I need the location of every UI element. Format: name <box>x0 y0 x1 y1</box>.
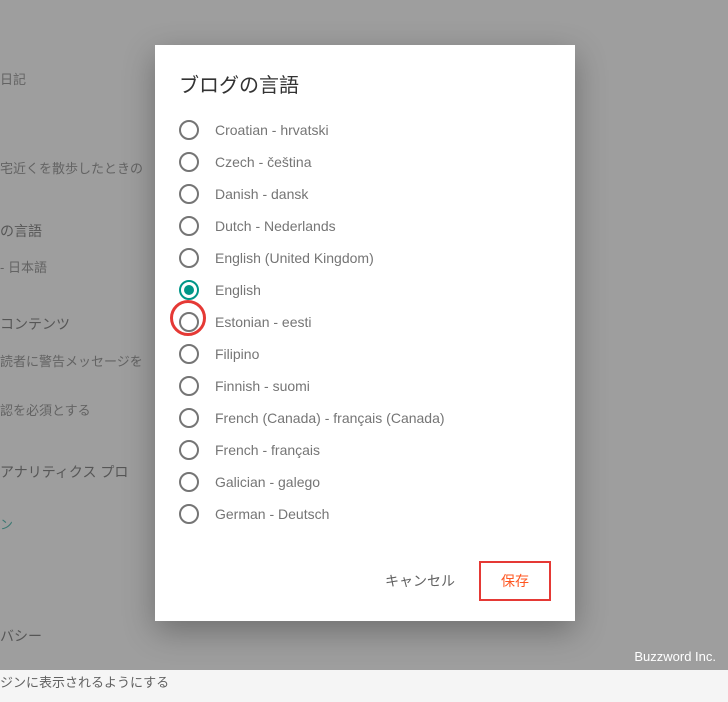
language-option[interactable]: English <box>179 274 575 306</box>
radio-icon <box>179 376 199 396</box>
language-option[interactable]: French - français <box>179 434 575 466</box>
language-option[interactable]: English (United Kingdom) <box>179 242 575 274</box>
radio-icon <box>179 408 199 428</box>
language-options-list[interactable]: Croatian - hrvatski Czech - čeština Danish… <box>179 114 575 545</box>
dialog-actions: キャンセル 保存 <box>155 545 575 621</box>
language-option[interactable]: Galician - galego <box>179 466 575 498</box>
language-option[interactable]: Czech - čeština <box>179 146 575 178</box>
language-label: Dutch - Nederlands <box>215 218 336 234</box>
radio-icon <box>179 472 199 492</box>
radio-icon <box>179 248 199 268</box>
language-label: English <box>215 282 261 298</box>
language-option[interactable]: French (Canada) - français (Canada) <box>179 402 575 434</box>
language-dialog: ブログの言語 Croatian - hrvatski Czech - češtin… <box>155 45 575 621</box>
language-label: German - Deutsch <box>215 506 329 522</box>
save-button[interactable]: 保存 <box>479 561 551 601</box>
watermark: Buzzword Inc. <box>634 649 716 664</box>
radio-icon <box>179 120 199 140</box>
radio-icon <box>179 184 199 204</box>
language-label: French - français <box>215 442 320 458</box>
language-label: French (Canada) - français (Canada) <box>215 410 445 426</box>
language-label: English (United Kingdom) <box>215 250 374 266</box>
radio-icon <box>179 312 199 332</box>
radio-icon <box>179 216 199 236</box>
language-option[interactable]: Danish - dansk <box>179 178 575 210</box>
radio-icon <box>179 280 199 300</box>
radio-icon <box>179 440 199 460</box>
language-label: Czech - čeština <box>215 154 311 170</box>
language-label: Galician - galego <box>215 474 320 490</box>
language-option[interactable]: Estonian - eesti <box>179 306 575 338</box>
radio-icon <box>179 152 199 172</box>
language-option[interactable]: Filipino <box>179 338 575 370</box>
language-label: Danish - dansk <box>215 186 308 202</box>
language-label: Estonian - eesti <box>215 314 312 330</box>
language-label: Filipino <box>215 346 259 362</box>
cancel-button[interactable]: キャンセル <box>385 571 455 591</box>
language-label: Croatian - hrvatski <box>215 122 329 138</box>
language-option[interactable]: Croatian - hrvatski <box>179 114 575 146</box>
radio-icon <box>179 504 199 524</box>
language-option[interactable]: German - Deutsch <box>179 498 575 530</box>
dialog-title: ブログの言語 <box>155 45 575 114</box>
language-option[interactable]: Finnish - suomi <box>179 370 575 402</box>
options-container: Croatian - hrvatski Czech - čeština Danish… <box>155 114 575 545</box>
language-option[interactable]: Dutch - Nederlands <box>179 210 575 242</box>
language-label: Finnish - suomi <box>215 378 310 394</box>
radio-icon <box>179 344 199 364</box>
